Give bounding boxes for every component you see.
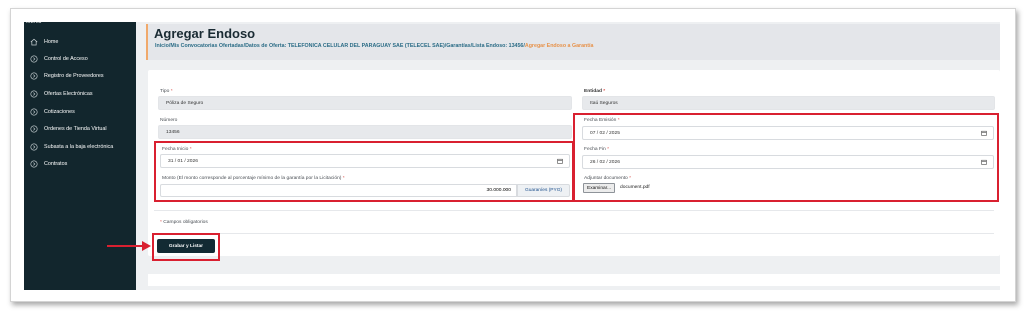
red-arrow-icon [107, 241, 151, 251]
sidebar-item-label: Ordenes de Tienda Virtual [44, 126, 107, 132]
highlight-box-right [573, 113, 999, 202]
sidebar-item-home[interactable]: Home [30, 36, 58, 48]
chevron-circle-icon [30, 108, 38, 116]
page-header [146, 24, 1000, 60]
home-icon [30, 38, 38, 46]
divider [154, 210, 994, 211]
sidebar-item-label: Ofertas Electrónicas [44, 91, 93, 97]
highlight-box-left [154, 141, 574, 202]
sidebar-item-cotizaciones[interactable]: Cotizaciones [30, 106, 75, 118]
breadcrumb-link-inicio[interactable]: Inicio [155, 43, 169, 49]
entidad-field: Itaú Seguros [582, 96, 995, 110]
chevron-circle-icon [30, 143, 38, 151]
sidebar-item-label: Control de Acceso [44, 56, 88, 62]
required-fields-note: * Campos obligatorios [160, 220, 208, 225]
chevron-circle-icon [30, 72, 38, 80]
chevron-circle-icon [30, 55, 38, 63]
sidebar-item-label: Subasta a la baja electrónica [44, 144, 114, 150]
breadcrumb-link-lista-endoso[interactable]: Lista Endoso: 13456 [472, 43, 523, 49]
menu-title: MENU [26, 19, 42, 25]
sidebar-item-registro-de-proveedores[interactable]: Registro de Proveedores [30, 70, 104, 82]
chevron-circle-icon [30, 90, 38, 98]
chevron-circle-icon [30, 160, 38, 168]
sidebar-item-ofertas-electronicas[interactable]: Ofertas Electrónicas [30, 88, 93, 100]
sidebar-item-label: Home [44, 39, 59, 45]
numero-field: 13456 [158, 125, 572, 139]
breadcrumb-link-convocatorias[interactable]: Mis Convocatorias Ofertadas [170, 43, 243, 49]
sidebar-item-label: Registro de Proveedores [44, 73, 104, 79]
sidebar-item-label: Cotizaciones [44, 109, 75, 115]
breadcrumb: Inicio/Mis Convocatorias Ofertadas/Datos… [155, 43, 594, 49]
divider [154, 233, 994, 234]
sidebar-item-ordenes-de-tienda-virtual[interactable]: Ordenes de Tienda Virtual [30, 123, 107, 135]
tipo-label: Tipo * [160, 89, 173, 94]
breadcrumb-link-datos-oferta[interactable]: Datos de Oferta: TELEFONICA CELULAR DEL … [245, 43, 445, 49]
sidebar-item-contratos[interactable]: Contratos [30, 158, 67, 170]
breadcrumb-link-garantias[interactable]: Garantías [446, 43, 470, 49]
entidad-label: Entidad * [584, 89, 606, 94]
tipo-field: Póliza de Seguro [158, 96, 572, 110]
page-title: Agregar Endoso [154, 26, 256, 41]
sidebar-item-label: Contratos [44, 161, 68, 167]
numero-label: Número [160, 118, 178, 123]
highlight-box-button [152, 233, 220, 261]
chevron-circle-icon [30, 125, 38, 133]
sidebar-item-subasta[interactable]: Subasta a la baja electrónica [30, 141, 113, 153]
footer-band [148, 274, 1000, 286]
breadcrumb-current: Agregar Endoso a Garantía [524, 43, 594, 49]
sidebar-item-control-de-acceso[interactable]: Control de Acceso [30, 53, 88, 65]
